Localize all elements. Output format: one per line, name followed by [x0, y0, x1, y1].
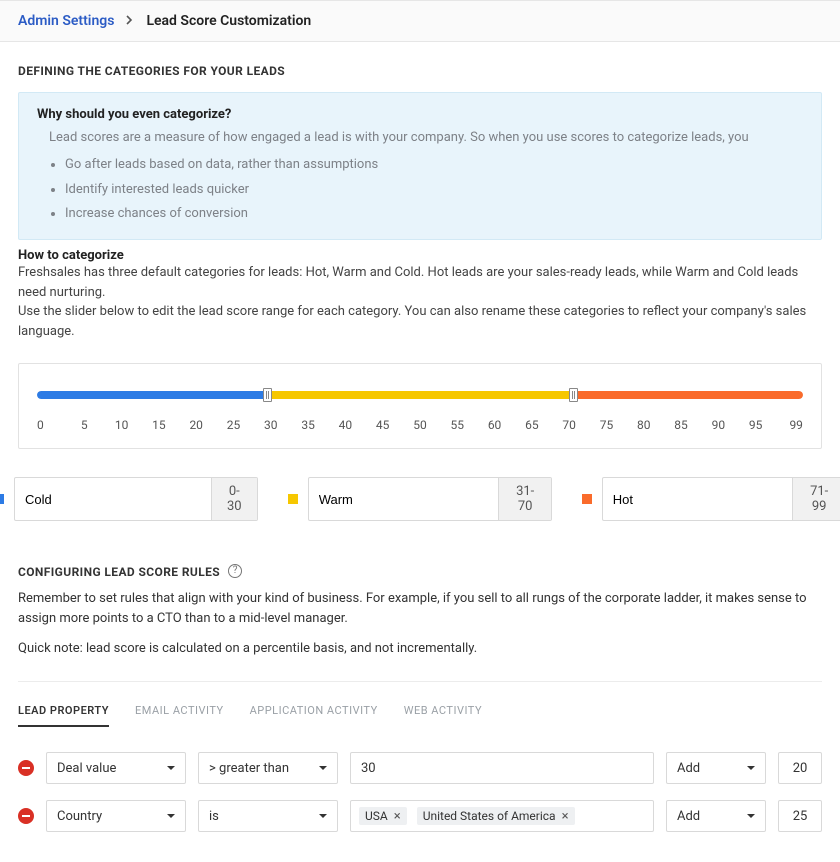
- slider-tick: 90: [708, 418, 728, 432]
- rules-para-1: Remember to set rules that align with yo…: [18, 589, 822, 629]
- rule-operator-select[interactable]: is: [198, 800, 338, 832]
- chip: United States of America ×: [417, 807, 575, 825]
- chevron-right-icon: [126, 13, 134, 29]
- rule-action-select[interactable]: Add: [666, 800, 766, 832]
- slider-ticks: 0 5 10 15 20 25 30 35 40 45 50 55 60 65 70 75 80 85 90 95 99: [37, 418, 803, 432]
- slider-tick: 50: [410, 418, 430, 432]
- category-name-input-cold[interactable]: [15, 478, 211, 520]
- info-bullet: Identify interested leads quicker: [65, 178, 803, 203]
- chevron-down-icon: [747, 766, 755, 770]
- category-row: 0-30 31-70 71-99: [18, 477, 822, 521]
- rule-score-input[interactable]: 20: [778, 752, 822, 784]
- swatch-warm: [288, 494, 298, 504]
- rule-property-select[interactable]: Deal value: [46, 752, 186, 784]
- tab-email-activity[interactable]: EMAIL ACTIVITY: [135, 704, 224, 727]
- section-title-rules: CONFIGURING LEAD SCORE RULES: [18, 565, 220, 579]
- howto-text: Freshsales has three default categories …: [18, 263, 822, 341]
- swatch-hot: [582, 494, 592, 504]
- slider-tick: 10: [112, 418, 132, 432]
- slider-tick: 25: [223, 418, 243, 432]
- chevron-down-icon: [319, 766, 327, 770]
- divider: [18, 681, 822, 682]
- slider-handle-1[interactable]: [263, 388, 272, 402]
- slider-tick: 30: [261, 418, 281, 432]
- category-hot: 71-99: [582, 477, 840, 521]
- chevron-down-icon: [319, 814, 327, 818]
- breadcrumb-current: Lead Score Customization: [146, 13, 311, 29]
- slider-tick: 80: [634, 418, 654, 432]
- swatch-cold: [0, 494, 4, 504]
- category-name-input-warm[interactable]: [309, 478, 499, 520]
- rule-operator-select[interactable]: > greater than: [198, 752, 338, 784]
- rule-row: Country is USA × United States of Americ…: [18, 800, 822, 832]
- info-lead-text: Lead scores are a measure of how engaged…: [49, 130, 803, 145]
- rule-score-input[interactable]: 25: [778, 800, 822, 832]
- category-warm: 31-70: [288, 477, 552, 521]
- slider-segment-cold: [37, 391, 267, 399]
- tab-application-activity[interactable]: APPLICATION ACTIVITY: [250, 704, 378, 727]
- rule-row: Deal value > greater than 30 Add 20: [18, 752, 822, 784]
- breadcrumb-root[interactable]: Admin Settings: [18, 13, 114, 29]
- info-panel: Why should you even categorize? Lead sco…: [18, 92, 822, 240]
- slider-tick: 45: [373, 418, 393, 432]
- slider-tick: 0: [37, 418, 57, 432]
- remove-rule-button[interactable]: [18, 760, 34, 776]
- info-bullet: Go after leads based on data, rather tha…: [65, 153, 803, 178]
- rules-para-2: Quick note: lead score is calculated on …: [18, 639, 822, 659]
- slider-tick: 55: [447, 418, 467, 432]
- slider-track: [37, 391, 803, 399]
- slider-tick: 40: [335, 418, 355, 432]
- tab-lead-property[interactable]: LEAD PROPERTY: [18, 704, 109, 727]
- slider-tick: 20: [186, 418, 206, 432]
- slider-tick: 70: [559, 418, 579, 432]
- slider-tick: 5: [74, 418, 94, 432]
- rule-value-input[interactable]: 30: [350, 752, 654, 784]
- remove-rule-button[interactable]: [18, 808, 34, 824]
- chip: USA ×: [359, 807, 407, 825]
- category-cold: 0-30: [0, 477, 258, 521]
- chevron-down-icon: [747, 814, 755, 818]
- slider-tick: 60: [485, 418, 505, 432]
- tab-web-activity[interactable]: WEB ACTIVITY: [404, 704, 482, 727]
- howto-title: How to categorize: [18, 248, 822, 263]
- category-range-cold: 0-30: [211, 478, 257, 520]
- slider-tick: 99: [783, 418, 803, 432]
- slider-tick: 15: [149, 418, 169, 432]
- help-icon[interactable]: ?: [228, 564, 242, 578]
- slider-tick: 65: [522, 418, 542, 432]
- rule-property-select[interactable]: Country: [46, 800, 186, 832]
- slider-tick: 95: [746, 418, 766, 432]
- category-name-input-hot[interactable]: [603, 478, 793, 520]
- chevron-down-icon: [167, 814, 175, 818]
- slider-tick: 85: [671, 418, 691, 432]
- category-slider-panel: 0 5 10 15 20 25 30 35 40 45 50 55 60 65 70 75 80 85 90 95 99: [18, 363, 822, 449]
- slider-segment-hot: [573, 391, 803, 399]
- rules-tabs: LEAD PROPERTY EMAIL ACTIVITY APPLICATION…: [18, 704, 822, 728]
- section-title-categories: DEFINING THE CATEGORIES FOR YOUR LEADS: [18, 64, 822, 78]
- chevron-down-icon: [167, 766, 175, 770]
- slider-tick: 75: [596, 418, 616, 432]
- info-bullet: Increase chances of conversion: [65, 202, 803, 227]
- slider-tick: 35: [298, 418, 318, 432]
- chip-remove-icon[interactable]: ×: [394, 810, 401, 823]
- rule-value-chips[interactable]: USA × United States of America ×: [350, 800, 654, 832]
- slider-segment-warm: [267, 391, 573, 399]
- category-range-warm: 31-70: [498, 478, 551, 520]
- info-heading: Why should you even categorize?: [37, 107, 803, 122]
- category-range-hot: 71-99: [792, 478, 840, 520]
- breadcrumb: Admin Settings Lead Score Customization: [0, 0, 840, 42]
- chip-remove-icon[interactable]: ×: [562, 810, 569, 823]
- rule-action-select[interactable]: Add: [666, 752, 766, 784]
- slider-handle-2[interactable]: [569, 388, 578, 402]
